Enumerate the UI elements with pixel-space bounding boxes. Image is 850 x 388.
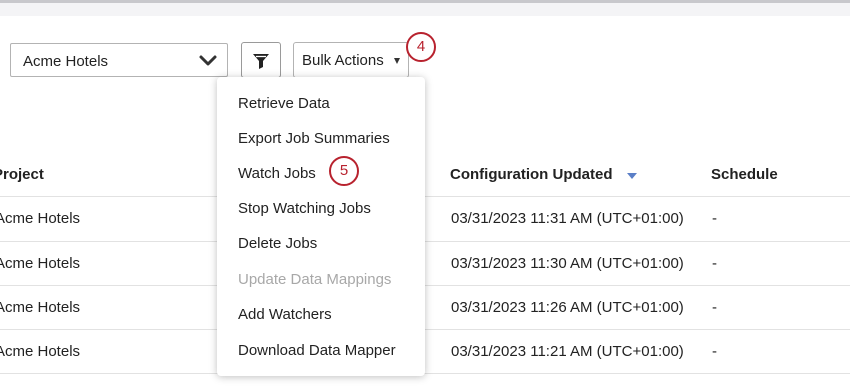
menu-item-export-job-summaries[interactable]: Export Job Summaries [238,130,390,147]
caret-down-icon [394,58,400,64]
row-schedule: - [712,343,717,360]
top-bar [0,0,850,16]
row-configuration-updated: 03/31/2023 11:21 AM (UTC+01:00) [451,343,684,360]
menu-item-download-data-mapper[interactable]: Download Data Mapper [238,342,396,359]
header-divider [0,196,850,197]
top-divider [0,0,850,3]
column-header-project[interactable]: Project [0,166,44,183]
row-configuration-updated: 03/31/2023 11:31 AM (UTC+01:00) [451,210,684,227]
row-project: Acme Hotels [0,299,81,316]
menu-item-stop-watching-jobs[interactable]: Stop Watching Jobs [238,200,371,217]
bulk-actions-menu: Retrieve Data Export Job Summaries Watch… [217,77,425,376]
row-schedule: - [712,255,717,272]
chevron-down-icon [199,55,217,66]
menu-item-retrieve-data[interactable]: Retrieve Data [238,95,330,112]
column-header-configuration-updated[interactable]: Configuration Updated [450,166,612,183]
callout-5: 5 [329,156,359,186]
row-project: Acme Hotels [0,343,81,360]
menu-item-add-watchers[interactable]: Add Watchers [238,306,332,323]
menu-item-delete-jobs[interactable]: Delete Jobs [238,235,317,252]
project-select-value: Acme Hotels [23,53,109,70]
row-configuration-updated: 03/31/2023 11:30 AM (UTC+01:00) [451,255,684,272]
menu-item-update-data-mappings: Update Data Mappings [238,271,392,288]
row-project: Acme Hotels [0,255,81,272]
row-divider [0,241,850,242]
bulk-actions-label: Bulk Actions [302,52,384,69]
project-select[interactable]: Acme Hotels [10,43,228,77]
row-divider [0,329,850,330]
row-schedule: - [712,299,717,316]
row-configuration-updated: 03/31/2023 11:26 AM (UTC+01:00) [451,299,684,316]
row-schedule: - [712,210,717,227]
sort-descending-icon[interactable] [627,173,637,179]
filter-button[interactable] [241,42,281,78]
callout-4: 4 [406,32,436,62]
column-header-schedule[interactable]: Schedule [711,166,778,183]
filter-icon [253,54,269,69]
menu-item-watch-jobs[interactable]: Watch Jobs [238,165,316,182]
bulk-actions-button[interactable]: Bulk Actions [293,42,409,78]
row-divider [0,373,850,374]
row-divider [0,285,850,286]
row-project: Acme Hotels [0,210,81,227]
